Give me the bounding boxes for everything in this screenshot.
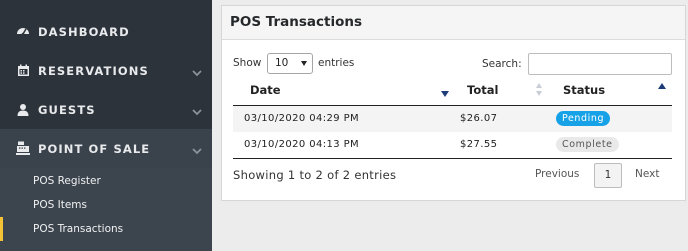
select-caret-icon [301, 61, 307, 66]
cash-register-icon [16, 141, 30, 155]
status-badge: Pending [556, 111, 611, 126]
page-title: POS Transactions [230, 14, 363, 30]
sidebar-item-reservations[interactable]: RESERVATIONS [0, 51, 212, 90]
pos-transactions-panel: POS Transactions Show 10 entries Search:… [221, 5, 686, 201]
entries-per-page-value: 10 [275, 57, 289, 69]
calendar-icon [16, 63, 30, 77]
sort-desc-icon [441, 91, 449, 97]
table-footer-divider [233, 158, 672, 159]
chevron-down-icon [191, 142, 203, 155]
sidebar-item-guests[interactable]: GUESTS [0, 90, 212, 129]
sidebar-item-label: GUESTS [38, 102, 96, 117]
pagination-next[interactable]: Next [635, 168, 659, 180]
submenu-item-pos-transactions[interactable]: POS Transactions [0, 217, 212, 241]
sidebar-item-dashboard[interactable]: DASHBOARD [0, 12, 212, 51]
search-label: Search: [482, 58, 522, 70]
search-input[interactable] [528, 53, 672, 75]
pagination-previous[interactable]: Previous [535, 168, 579, 180]
show-label: Show [233, 57, 262, 69]
column-header-date[interactable]: Date [250, 83, 281, 97]
cell-date: 03/10/2020 04:13 PM [244, 139, 360, 150]
table-row[interactable]: 03/10/2020 04:29 PM $26.07 Pending [233, 106, 672, 132]
entries-label: entries [318, 57, 355, 69]
sidebar-item-label: POINT OF SALE [38, 141, 151, 156]
cell-total: $26.07 [460, 113, 498, 124]
status-badge: Complete [556, 137, 619, 152]
user-icon [16, 102, 30, 116]
cell-total: $27.55 [460, 139, 498, 150]
sidebar-item-label: RESERVATIONS [38, 63, 149, 78]
chevron-down-icon [191, 64, 203, 77]
sidebar: DASHBOARD RESERVATIONS GUESTS POINT OF S… [0, 0, 212, 251]
sidebar-item-point-of-sale[interactable]: POINT OF SALE [0, 129, 212, 168]
cell-date: 03/10/2020 04:29 PM [244, 113, 360, 124]
panel-header: POS Transactions [222, 6, 685, 40]
column-header-status[interactable]: Status [563, 83, 605, 97]
entries-per-page-select[interactable]: 10 [267, 53, 313, 74]
sort-both-icon [536, 83, 544, 97]
table-info: Showing 1 to 2 of 2 entries [233, 168, 397, 182]
sidebar-item-label: DASHBOARD [38, 24, 130, 39]
submenu-item-pos-items[interactable]: POS Items [0, 193, 212, 217]
column-header-total[interactable]: Total [467, 83, 498, 97]
chevron-down-icon [191, 103, 203, 116]
sort-asc-icon [658, 83, 666, 89]
table-row[interactable]: 03/10/2020 04:13 PM $27.55 Complete [233, 132, 672, 158]
pagination-current-page[interactable]: 1 [594, 163, 622, 188]
submenu-item-pos-register[interactable]: POS Register [0, 169, 212, 193]
pos-submenu: POS Register POS Items POS Transactions [0, 168, 212, 251]
dashboard-gauge-icon [16, 24, 30, 38]
